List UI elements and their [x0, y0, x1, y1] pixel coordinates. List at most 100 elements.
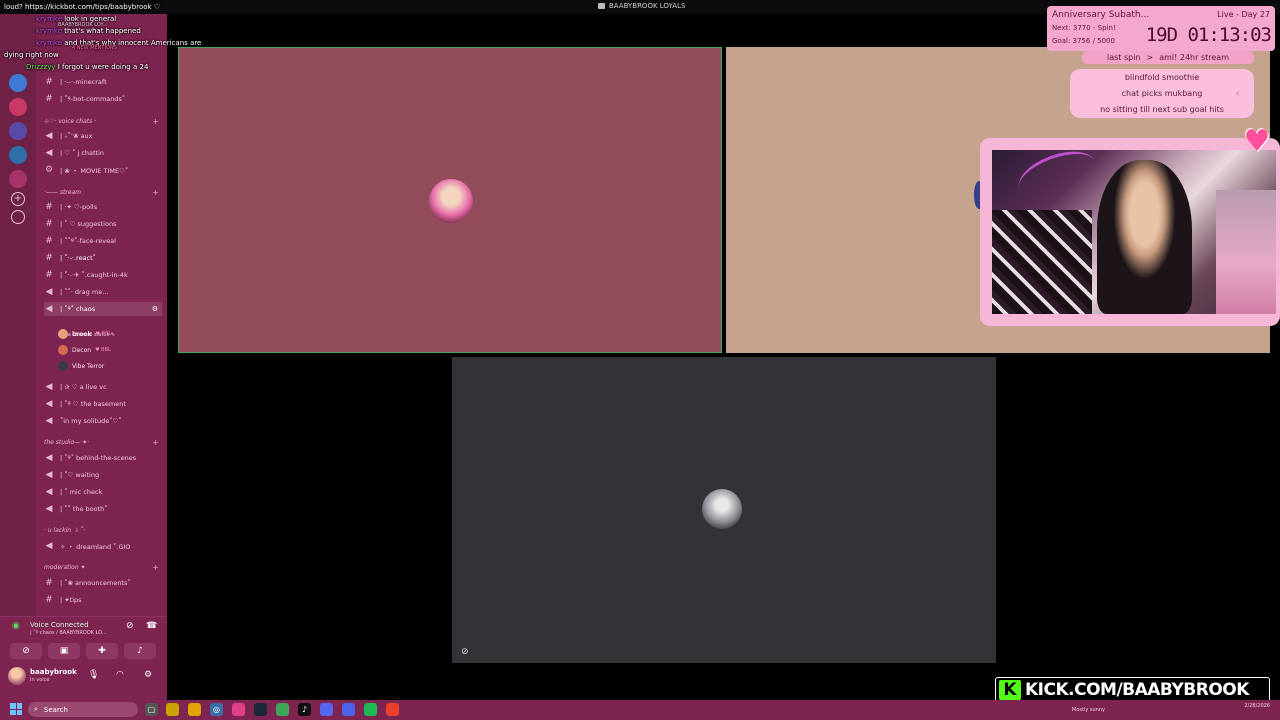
- disconnect-icon[interactable]: ☎: [146, 621, 157, 631]
- category-stream[interactable]: ·—— stream: [44, 189, 81, 196]
- steam-icon[interactable]: [254, 703, 267, 716]
- video-tile[interactable]: [178, 47, 722, 353]
- category-voice-chats[interactable]: ⊹♡· voice chats ·: [44, 118, 96, 125]
- voice-user[interactable]: Vibe Terror: [58, 360, 104, 372]
- clock[interactable]: 2/28/2026: [1244, 703, 1270, 709]
- xbox-icon[interactable]: [276, 703, 289, 716]
- channel-item[interactable]: # | ✦tips: [44, 593, 81, 607]
- app-icon[interactable]: [232, 703, 245, 716]
- voice-channel-icon: ◀: [45, 382, 53, 392]
- channel-label: | ˚˚ the booth˚: [60, 505, 108, 513]
- camera-button[interactable]: ⊘: [10, 643, 42, 659]
- chat-line: dying right now: [4, 51, 59, 59]
- search-box[interactable]: ⌕ Search: [28, 702, 138, 717]
- channel-label: | ✰ ♡ a live vc: [60, 383, 107, 391]
- channel-label: | ·✦ ♡-polls: [60, 203, 98, 211]
- brave-icon[interactable]: [386, 703, 399, 716]
- mentions-pill[interactable]: 4 NEW MENTIONS: [72, 45, 117, 51]
- add-channel-icon[interactable]: +: [152, 438, 159, 447]
- channel-item[interactable]: # | ˚ ♡ suggestions: [44, 217, 116, 231]
- video-tile[interactable]: ⊘: [452, 357, 996, 663]
- weather-text[interactable]: Mostly sunny: [1072, 707, 1105, 713]
- spotify-icon[interactable]: [364, 703, 377, 716]
- chat-message: loud? https://kickbot.com/tips/baabybroo…: [4, 3, 161, 11]
- channel-item[interactable]: # | ˚୨-bot-commands˚: [44, 92, 125, 106]
- channel-item[interactable]: ◀ | ✰ ♡ a live vc: [44, 380, 107, 394]
- category-lackin[interactable]: · u lackin ☽ ˚·: [44, 527, 85, 534]
- voice-user[interactable]: brook ♥ BBL: [58, 328, 111, 340]
- explore-servers-icon[interactable]: [11, 210, 25, 224]
- channel-item[interactable]: ⚙ | ❀ ・ MOVIE TIME♡˚: [44, 163, 128, 177]
- voice-channel-link[interactable]: | ˚୨ chaos / BAABYBROOK LO...: [30, 630, 107, 636]
- channel-item[interactable]: ◀ | ˚୨ ♡ the basement: [44, 397, 126, 411]
- streamer: [1097, 160, 1192, 314]
- add-channel-icon[interactable]: +: [152, 117, 159, 126]
- channel-label: | ˚˚· drag me...: [60, 288, 109, 296]
- goal-item: no sitting till next sub goal hits: [1100, 105, 1224, 114]
- channel-item[interactable]: ◀ | ˚୨˚ behind-the-scenes: [44, 451, 137, 465]
- server-icon[interactable]: [9, 146, 27, 164]
- server-icon[interactable]: [9, 170, 27, 188]
- soundboard-button[interactable]: ♪: [124, 643, 156, 659]
- server-icon[interactable]: [9, 98, 27, 116]
- channel-item-active[interactable]: ◀ | ˚୨˚ chaos ⚙: [44, 302, 162, 316]
- windows-start-icon[interactable]: [10, 703, 22, 715]
- text-channel-icon: #: [45, 202, 53, 212]
- add-channel-icon[interactable]: +: [152, 563, 159, 572]
- signal-icon[interactable]: ◉: [12, 621, 20, 631]
- chat-message: that's what happened: [64, 27, 141, 35]
- avatar[interactable]: [8, 667, 26, 685]
- voice-status: Voice Connected: [30, 621, 89, 629]
- channel-item[interactable]: ◀ | ˚˚ the booth˚: [44, 502, 108, 516]
- channel-item[interactable]: ◀ | ˚˚· drag me...: [44, 285, 109, 299]
- voice-user[interactable]: Decon ♥ BBL: [58, 344, 111, 356]
- channel-label: | ˚୨ ♡ the basement: [60, 399, 126, 408]
- channel-item[interactable]: ◀ ˚in my solitude˚♡˚: [44, 414, 122, 428]
- add-channel-icon[interactable]: +: [152, 188, 159, 197]
- tiktok-icon[interactable]: ♪: [298, 703, 311, 716]
- channel-label: | ˚୨˚ chaos: [60, 304, 96, 313]
- settings-icon[interactable]: ⚙: [144, 670, 152, 680]
- channel-settings-icon[interactable]: ⚙: [152, 305, 158, 313]
- activities-icon: ✚: [98, 646, 106, 656]
- discord-icon[interactable]: [320, 703, 333, 716]
- app-icon[interactable]: ◎: [210, 703, 223, 716]
- folder-icon[interactable]: [188, 703, 201, 716]
- app-icon[interactable]: [342, 703, 355, 716]
- add-server-icon[interactable]: +: [11, 192, 25, 206]
- channel-label: | ˚❀ announcements˚: [60, 579, 131, 587]
- server-name[interactable]: BAABYBROOK LOY...: [58, 22, 107, 28]
- channel-item[interactable]: ◀ | ˚♡ waiting: [44, 468, 100, 482]
- noise-suppression-icon[interactable]: ⊘: [126, 621, 134, 631]
- channel-item[interactable]: ◀ ✧ ・ dreamland ˚.GIO: [44, 539, 131, 553]
- channel-item[interactable]: ◀ | ˚ mic check: [44, 485, 103, 499]
- system-tray[interactable]: 2/28/2026: [1244, 702, 1270, 710]
- screen-share-button[interactable]: ▣: [48, 643, 80, 659]
- voice-channel-icon: ◀: [45, 453, 53, 463]
- channel-item[interactable]: # | ˚❀ announcements˚: [44, 576, 131, 590]
- category-moderation[interactable]: moderation ✦: [44, 564, 86, 571]
- voice-user-name: brook: [72, 330, 92, 338]
- mic-icon[interactable]: 🎙: [88, 670, 99, 680]
- channel-item[interactable]: # | ˚·-·✈ ˚.caught-in-4k: [44, 268, 128, 282]
- channel-item[interactable]: ◀ | ♡ ˚ j chattin: [44, 146, 105, 160]
- category-studio[interactable]: the studio—·✦·: [44, 439, 89, 446]
- channel-item[interactable]: ◀ | ₊˚’❀ aux: [44, 129, 93, 143]
- server-icon[interactable]: [9, 122, 27, 140]
- screen-share-icon: ▣: [59, 646, 69, 656]
- user-status: In voice: [30, 677, 50, 683]
- username[interactable]: baabybrook: [30, 668, 77, 676]
- chevron-left-icon: ‹: [1235, 86, 1240, 100]
- chat-user: krymke: [36, 27, 63, 35]
- channel-item[interactable]: # | ˚·-·.react˚: [44, 251, 96, 265]
- task-view-icon[interactable]: ▢: [145, 703, 158, 716]
- kick-url: KICK.COM/BAABYBROOK: [1025, 680, 1249, 700]
- activities-button[interactable]: ✚: [86, 643, 118, 659]
- headphones-icon[interactable]: ◠: [116, 670, 124, 680]
- file-explorer-icon[interactable]: [166, 703, 179, 716]
- voice-channel-icon: ◀: [45, 487, 53, 497]
- channel-item[interactable]: # | ·✦ ♡-polls: [44, 200, 97, 214]
- channel-item[interactable]: # | ˚˚୨˚-face-reveal: [44, 234, 116, 248]
- chat-user: krymke: [36, 39, 63, 47]
- voice-channel-icon: ◀: [45, 470, 53, 480]
